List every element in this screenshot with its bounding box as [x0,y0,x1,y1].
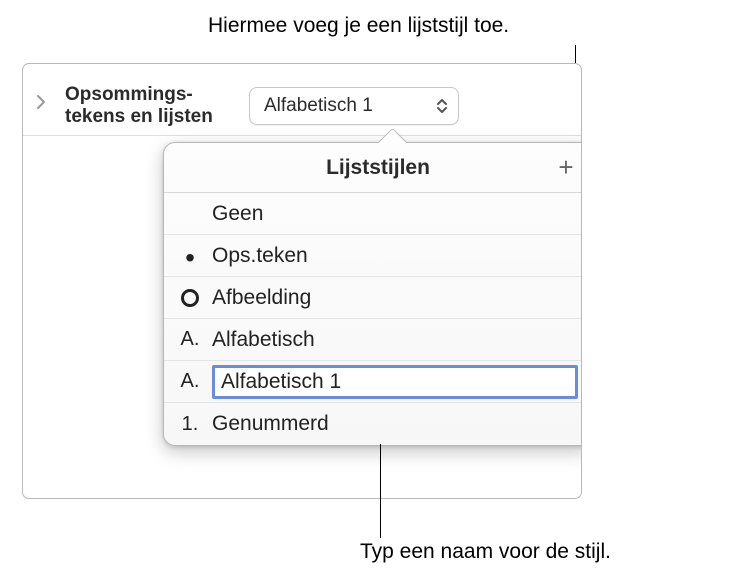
list-style-item[interactable]: A. Alfabetisch [164,319,582,361]
chevron-up-down-icon [436,98,448,114]
list-style-marker-icon: 1. [178,413,202,436]
disclosure-chevron-icon[interactable] [33,94,49,110]
list-style-popup-button[interactable]: Alfabetisch 1 [249,87,459,125]
list-style-item[interactable]: • Ops.teken [164,235,582,277]
list-style-item[interactable]: Afbeelding [164,277,582,319]
callout-type-name: Typ een naam voor de stijl. [360,540,611,564]
list-style-item[interactable]: 1. Genummerd [164,403,582,445]
bullets-lists-label: Opsommings-tekens en lijsten [65,84,235,128]
list-style-label: Genummerd [212,412,578,436]
popover-title: Lijststijlen [326,156,430,180]
list-style-label: Afbeelding [212,286,578,310]
add-list-style-button[interactable]: + [552,153,580,181]
plus-icon: + [558,154,573,180]
list-style-name-input[interactable] [212,365,578,399]
list-style-label: Alfabetisch [212,328,578,352]
callout-add-style: Hiermee voeg je een lijststijl toe. [208,14,509,38]
list-style-list: Geen • Ops.teken Afbeelding A. Alfabetisch A. 1… [164,193,582,445]
list-styles-popover: Lijststijlen + Geen • Ops.teken Afbeelding A… [163,142,582,446]
list-style-marker-icon: A. [178,370,202,393]
list-style-label: Geen [212,202,578,226]
list-style-label: Ops.teken [212,244,578,268]
list-style-item[interactable]: A. [164,361,582,403]
list-style-item[interactable]: Geen [164,193,582,235]
list-style-marker-icon: • [178,247,202,265]
bullets-lists-row: Opsommings-tekens en lijsten Alfabetisch… [23,64,581,136]
list-style-marker-icon: A. [178,328,202,351]
format-panel: Opsommings-tekens en lijsten Alfabetisch… [22,63,582,499]
popover-header: Lijststijlen + [164,143,582,193]
list-style-marker-icon [181,289,199,307]
callout-line-bottom [380,444,381,538]
list-style-popup-value: Alfabetisch 1 [264,95,373,117]
